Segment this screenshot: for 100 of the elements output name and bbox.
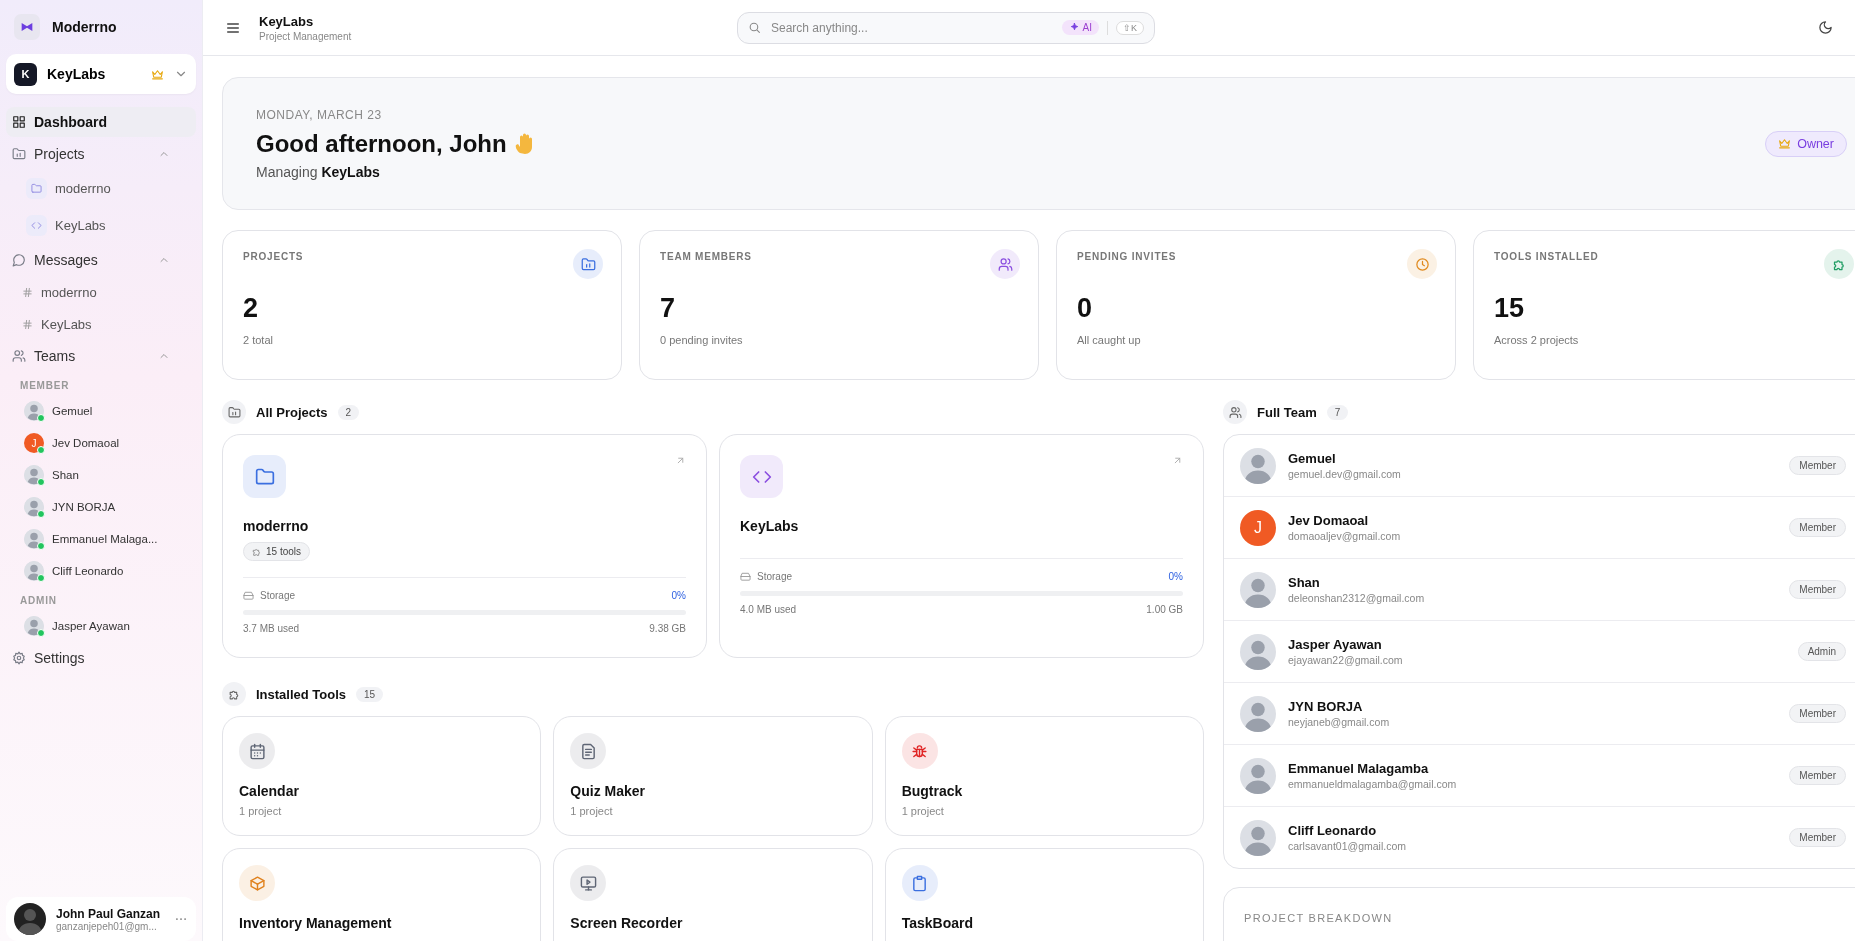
avatar-icon: J <box>1240 509 1276 546</box>
theme-toggle-icon[interactable] <box>1818 20 1833 35</box>
avatar-icon <box>1240 633 1276 670</box>
tool-name: Bugtrack <box>901 783 964 799</box>
role-badge: Member <box>1789 456 1846 475</box>
shortcut-key: ⇧K <box>1116 20 1144 35</box>
ai-badge[interactable]: AI <box>1061 20 1099 35</box>
stat-note: All caught up <box>1077 334 1142 346</box>
member-item[interactable]: JYN BORJA <box>6 491 196 523</box>
tool-card[interactable]: Bugtrack 1 project <box>884 716 1204 836</box>
greeting: Good afternoon, John <box>256 129 507 158</box>
role-badge: Admin <box>1797 642 1846 661</box>
team-row[interactable]: Shan deleonshan2312@gmail.com Member <box>1224 559 1855 621</box>
team-row[interactable]: Emmanuel Malagamba emmanueldmalagamba@gmail.com Member <box>1224 745 1855 807</box>
storage-total: 1.00 GB <box>1146 604 1183 615</box>
nav-section[interactable]: Teams <box>6 341 196 371</box>
tool-card[interactable]: TaskBoard <box>884 848 1204 941</box>
member-name: Cliff Leonardo <box>1288 823 1378 838</box>
team-row[interactable]: Jasper Ayawan ejayawan22@gmail.com Admin <box>1224 621 1855 683</box>
user-card[interactable]: John Paul Ganzan ganzanjepeh01@gm... <box>6 897 196 941</box>
chat-icon <box>12 253 26 267</box>
team-row[interactable]: Gemuel gemuel.dev@gmail.com Member <box>1224 435 1855 497</box>
member-item[interactable]: J Jev Domaoal <box>6 427 196 459</box>
nav-item[interactable]: Dashboard <box>6 107 196 137</box>
logo-icon <box>14 14 40 40</box>
role-badge: Member <box>1789 704 1846 723</box>
managing-text: Managing KeyLabs <box>256 163 381 180</box>
member-name: Jev Domaoal <box>1288 513 1370 528</box>
storage-percent: 0% <box>1168 571 1183 582</box>
storage-icon <box>243 590 254 601</box>
sidebar-link[interactable]: KeyLabs <box>6 207 196 244</box>
user-email: ganzanjepeh01@gm... <box>56 920 158 932</box>
group-heading: ADMIN <box>19 594 58 608</box>
nav-section[interactable]: Messages <box>6 245 196 275</box>
group-heading: MEMBER <box>19 379 71 393</box>
open-arrow-icon[interactable] <box>1172 455 1183 466</box>
settings-icon <box>12 651 26 665</box>
tool-name: Inventory Management <box>239 915 393 931</box>
member-item[interactable]: Cliff Leonardo <box>6 555 196 587</box>
tool-note: 1 project <box>570 805 614 817</box>
stat-label: TEAM MEMBERS <box>660 251 752 262</box>
tool-card[interactable]: Calendar 1 project <box>222 716 542 836</box>
folder-icon <box>26 178 47 199</box>
team-row[interactable]: JYN BORJA neyjaneb@gmail.com Member <box>1224 683 1855 745</box>
project-card[interactable]: moderrno 15 tools Storage 0% 3.7 MB used 9.38 GB <box>222 434 707 658</box>
open-arrow-icon[interactable] <box>675 455 686 466</box>
section-title: All Projects <box>256 404 328 420</box>
stat-label: TOOLS INSTALLED <box>1494 251 1599 262</box>
member-item[interactable]: Gemuel <box>6 395 196 427</box>
tool-card[interactable]: Inventory Management <box>222 848 542 941</box>
member-email: ejayawan22@gmail.com <box>1288 654 1404 666</box>
avatar-icon <box>1240 757 1276 794</box>
search-field[interactable]: Search anything... AI ⇧K <box>737 11 1155 44</box>
sidebar-link[interactable]: KeyLabs <box>6 308 196 340</box>
workspace-switcher[interactable]: K KeyLabs <box>6 54 196 94</box>
hash-icon <box>22 318 33 330</box>
role-badge: Member <box>1789 580 1846 599</box>
member-item[interactable]: Emmanuel Malaga... <box>6 523 196 555</box>
stat-note: 2 total <box>243 334 274 346</box>
team-row[interactable]: J Jev Domaoal domaoaljev@gmail.com Member <box>1224 497 1855 559</box>
member-email: deleonshan2312@gmail.com <box>1288 592 1426 604</box>
storage-used: 4.0 MB used <box>740 604 797 615</box>
team-row[interactable]: Cliff Leonardo carlsavant01@gmail.com Member <box>1224 807 1855 868</box>
storage-icon <box>740 571 751 582</box>
avatar-icon <box>1240 447 1276 484</box>
nav-item[interactable]: Settings <box>6 643 196 673</box>
avatar-icon <box>1240 695 1276 732</box>
tools-badge: 15 tools <box>243 542 311 561</box>
folder-icon <box>222 400 246 424</box>
member-name: Shan <box>1288 575 1321 590</box>
tool-note: 1 project <box>901 805 945 817</box>
member-email: emmanueldmalagamba@gmail.com <box>1288 778 1458 790</box>
project-card[interactable]: KeyLabs Storage 0% 4.0 MB used 1.00 GB <box>719 434 1204 658</box>
nav-section[interactable]: Projects <box>6 139 196 169</box>
tool-card[interactable]: Quiz Maker 1 project <box>553 716 873 836</box>
member-email: domaoaljev@gmail.com <box>1288 530 1402 542</box>
role-badge: Member <box>1789 828 1846 847</box>
dashboard-icon <box>12 115 26 129</box>
tool-name: Screen Recorder <box>570 915 684 931</box>
puzzle-icon <box>222 682 246 706</box>
tool-card[interactable]: Screen Recorder <box>553 848 873 941</box>
storage-percent: 0% <box>671 590 686 601</box>
member-email: gemuel.dev@gmail.com <box>1288 468 1402 480</box>
member-item[interactable]: Shan <box>6 459 196 491</box>
card-title: PROJECT BREAKDOWN <box>1244 912 1393 924</box>
tool-name: TaskBoard <box>901 915 974 931</box>
users-icon <box>12 349 26 363</box>
role-badge: Member <box>1789 518 1846 537</box>
section-title: Full Team <box>1257 404 1317 420</box>
sidebar-link[interactable]: moderrno <box>6 276 196 308</box>
storage-label: Storage <box>740 571 793 582</box>
sidebar-link[interactable]: moderrno <box>6 170 196 207</box>
stat-note: Across 2 projects <box>1494 334 1580 346</box>
page-subtitle: Project Management <box>259 30 353 42</box>
folder-icon <box>12 147 26 161</box>
avatar-icon <box>1240 571 1276 608</box>
stat-label: PROJECTS <box>243 251 304 262</box>
stat-label: PENDING INVITES <box>1077 251 1177 262</box>
member-item[interactable]: Jasper Ayawan <box>6 610 196 642</box>
project-name: moderrno <box>243 518 310 534</box>
